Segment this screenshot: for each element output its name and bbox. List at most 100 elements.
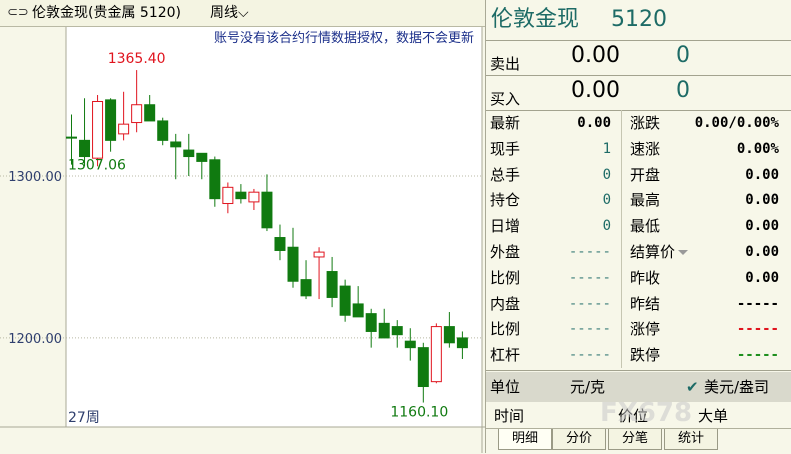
candle-body[interactable] xyxy=(313,251,325,258)
candle-body[interactable] xyxy=(378,322,390,339)
stat-value: 0.00 xyxy=(745,166,779,183)
candlestick-chart[interactable]: 1300.00 1200.00 1365.40 1160.10 1307.06 账号没有该… xyxy=(0,27,485,453)
stat-label: 昨收 xyxy=(630,268,661,287)
period-dropdown[interactable]: 周线⌵ xyxy=(210,0,249,26)
candle-body[interactable] xyxy=(274,237,286,251)
stat-label: 最新 xyxy=(490,114,521,132)
candle-body[interactable] xyxy=(404,340,416,349)
candle-body[interactable] xyxy=(261,191,273,229)
unit-alt[interactable]: 美元/盎司 xyxy=(704,372,769,402)
candle-body[interactable] xyxy=(183,149,195,158)
stat-value: ----- xyxy=(568,295,611,312)
link-icon[interactable]: ⊂⊃ xyxy=(7,0,29,26)
candle-body[interactable] xyxy=(92,100,104,159)
unit-value: 元/克 xyxy=(570,378,606,396)
tab-2[interactable]: 分笔 xyxy=(608,429,662,450)
stat-label: 开盘 xyxy=(630,165,661,184)
candle-body[interactable] xyxy=(131,104,143,124)
unit-label: 单位 xyxy=(490,378,521,396)
stat-label: 日增 xyxy=(490,217,521,236)
buy-label: 买入 xyxy=(490,90,521,108)
candle-body[interactable] xyxy=(287,246,299,282)
period-count-label: 27周 xyxy=(68,410,100,426)
stat-label: 内盘 xyxy=(490,294,521,313)
check-icon[interactable]: ✔ xyxy=(686,372,699,402)
buy-volume: 0 xyxy=(676,78,690,103)
stat-label[interactable]: 结算价 xyxy=(630,240,689,264)
candle-body[interactable] xyxy=(105,99,117,141)
stat-value: ----- xyxy=(568,244,611,260)
quote-stats: 最新 0.00 现手 1 总手 0 持仓 0 日增 0 外盘 ----- 比例 ----- 内盘 ----- 比… xyxy=(486,110,791,368)
chevron-down-icon: ⌵ xyxy=(238,5,249,21)
sell-volume: 0 xyxy=(676,43,690,68)
candle-body[interactable] xyxy=(144,104,156,122)
stat-label: 最低 xyxy=(630,217,661,236)
detail-tabs: 明细 分价 分笔 统计 xyxy=(486,428,791,454)
candle-body[interactable] xyxy=(391,326,403,336)
candle-body[interactable] xyxy=(118,123,130,135)
stat-label: 跌停 xyxy=(630,346,661,365)
stat-value: ----- xyxy=(568,269,611,286)
instrument-title: 伦敦金现(贵金属 5120) xyxy=(32,5,182,21)
trade-size-header: 大单 xyxy=(698,407,729,425)
stat-value: 0.00% xyxy=(736,140,779,157)
stat-label: 总手 xyxy=(490,165,521,184)
candle-body[interactable] xyxy=(222,186,234,205)
stat-label: 涨跌 xyxy=(630,114,661,132)
stat-label: 最高 xyxy=(630,191,661,210)
stat-label: 昨结 xyxy=(630,294,661,313)
no-license-notice: 账号没有该合约行情数据授权，数据不会更新 xyxy=(214,30,474,46)
stat-value: 0.00 xyxy=(745,244,779,260)
quote-panel: 伦敦金现 5120 卖出 0.00 0 买入 0.00 0 最新 0.00 现手 1 总… xyxy=(485,0,791,453)
stat-value: ----- xyxy=(568,321,611,338)
candle-body[interactable] xyxy=(365,313,377,332)
stat-value: 0 xyxy=(602,218,611,235)
candle-body[interactable] xyxy=(417,347,429,388)
stat-value: 0.00 xyxy=(745,192,779,209)
unit-row: 单位 元/克 ✔ 美元/盎司 xyxy=(486,372,791,402)
stat-value: 0.00 xyxy=(745,269,779,286)
quote-name: 伦敦金现 xyxy=(491,7,580,32)
candle-body[interactable] xyxy=(352,303,364,318)
tab-0[interactable]: 明细 xyxy=(498,429,552,450)
title-bar: ⊂⊃ 伦敦金现(贵金属 5120) 周线⌵ xyxy=(0,0,485,27)
candle-body[interactable] xyxy=(196,152,208,162)
stat-value: ----- xyxy=(736,347,779,364)
stat-value: 0.00/0.00% xyxy=(694,115,779,131)
candle-body[interactable] xyxy=(170,141,182,148)
stat-label: 涨停 xyxy=(630,320,661,339)
stat-label: 比例 xyxy=(490,268,521,287)
stat-value: 0 xyxy=(602,166,611,183)
stat-value: 0.00 xyxy=(577,115,611,131)
ref-price-label: 1307.06 xyxy=(68,158,126,174)
candle-body[interactable] xyxy=(66,136,77,139)
max-price-label: 1365.40 xyxy=(108,51,166,67)
y-tick-label: 1300.00 xyxy=(8,170,62,185)
trade-price-header: 价位 xyxy=(618,407,649,425)
stat-label: 杠杆 xyxy=(490,346,521,365)
candle-body[interactable] xyxy=(300,279,312,297)
candle-body[interactable] xyxy=(157,120,169,141)
stat-label: 现手 xyxy=(490,139,521,158)
stat-value: 0.00 xyxy=(745,218,779,235)
candle-body[interactable] xyxy=(248,191,260,203)
stat-label: 速涨 xyxy=(630,139,661,158)
candle-body[interactable] xyxy=(339,285,351,316)
tab-3[interactable]: 统计 xyxy=(664,429,718,450)
stat-label: 外盘 xyxy=(490,243,521,261)
candle-body[interactable] xyxy=(79,139,91,158)
y-tick-label: 1200.00 xyxy=(8,332,62,347)
buy-price: 0.00 xyxy=(571,78,620,103)
tab-1[interactable]: 分价 xyxy=(552,429,606,450)
min-price-label: 1160.10 xyxy=(390,405,448,421)
divider xyxy=(486,370,791,371)
candle-body[interactable] xyxy=(209,159,221,200)
quote-code: 5120 xyxy=(611,7,667,32)
buy-row: 买入 0.00 0 xyxy=(486,76,791,110)
sell-row: 卖出 0.00 0 xyxy=(486,41,791,75)
candle-body[interactable] xyxy=(443,326,455,344)
candle-body[interactable] xyxy=(456,337,468,349)
candle-body[interactable] xyxy=(326,271,338,298)
candle-body[interactable] xyxy=(235,191,247,200)
candle-body[interactable] xyxy=(430,326,442,383)
